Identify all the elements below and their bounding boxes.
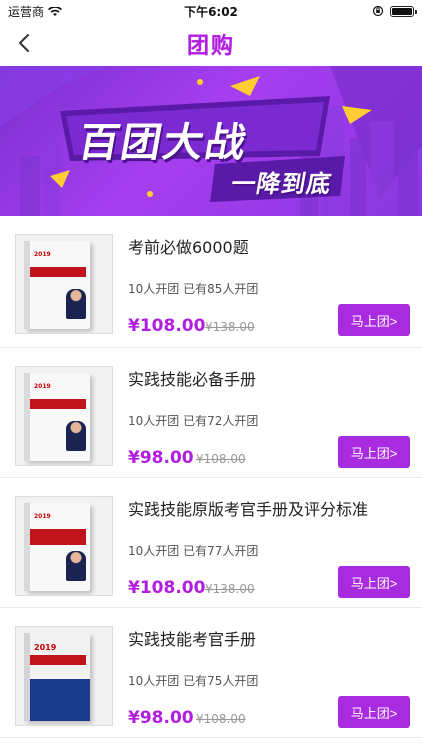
book-cover-image: 2019: [24, 373, 90, 461]
product-title: 实践技能考官手册: [128, 630, 257, 649]
group-price: ¥108.00: [128, 578, 206, 598]
join-group-button[interactable]: 马上团>: [338, 436, 410, 468]
banner-title: 百团大战: [75, 120, 252, 166]
product-item[interactable]: 2019 实践技能必备手册 10人开团 已有72人开团 ¥98.00 ¥108.…: [0, 348, 422, 478]
group-price: ¥98.00: [128, 708, 194, 728]
product-list: 2019 考前必做6000题 10人开团 已有85人开团 ¥108.00 ¥13…: [0, 216, 422, 738]
group-price: ¥98.00: [128, 448, 194, 468]
status-bar: 运营商 下午6:02: [0, 0, 422, 22]
product-item[interactable]: 2019 实践技能原版考官手册及评分标准 10人开团 已有77人开团 ¥108.…: [0, 478, 422, 608]
battery-icon: [390, 5, 417, 17]
original-price: ¥138.00: [205, 320, 255, 334]
promo-banner[interactable]: 百团大战 一降到底: [0, 66, 422, 216]
back-chevron-icon[interactable]: [14, 32, 36, 54]
nav-bar: 团购: [0, 22, 422, 66]
product-title: 实践技能原版考官手册及评分标准: [128, 500, 369, 519]
status-time: 下午6:02: [184, 4, 238, 19]
product-thumbnail: 2019: [15, 496, 113, 596]
book-cover-image: 2019: [24, 241, 90, 329]
banner-subtitle: 一降到底: [229, 170, 335, 198]
product-thumbnail: 2019: [15, 366, 113, 466]
product-item[interactable]: 2019 实践技能考官手册 10人开团 已有75人开团 ¥98.00 ¥108.…: [0, 608, 422, 738]
product-item[interactable]: 2019 考前必做6000题 10人开团 已有85人开团 ¥108.00 ¥13…: [0, 216, 422, 348]
group-info: 10人开团 已有75人开团: [128, 674, 259, 688]
group-info: 10人开团 已有77人开团: [128, 544, 259, 558]
group-info: 10人开团 已有72人开团: [128, 414, 259, 428]
product-title: 实践技能必备手册: [128, 370, 257, 389]
join-group-button[interactable]: 马上团>: [338, 696, 410, 728]
group-price: ¥108.00: [128, 316, 206, 336]
join-group-button[interactable]: 马上团>: [338, 304, 410, 336]
original-price: ¥108.00: [196, 452, 246, 466]
original-price: ¥108.00: [196, 712, 246, 726]
join-group-button[interactable]: 马上团>: [338, 566, 410, 598]
product-title: 考前必做6000题: [128, 238, 249, 257]
product-thumbnail: 2019: [15, 626, 113, 726]
book-cover-image: 2019: [24, 633, 90, 721]
product-thumbnail: 2019: [15, 234, 113, 334]
original-price: ¥138.00: [205, 582, 255, 596]
group-info: 10人开团 已有85人开团: [128, 282, 259, 296]
book-cover-image: 2019: [24, 503, 90, 591]
page-title: 团购: [186, 34, 235, 59]
